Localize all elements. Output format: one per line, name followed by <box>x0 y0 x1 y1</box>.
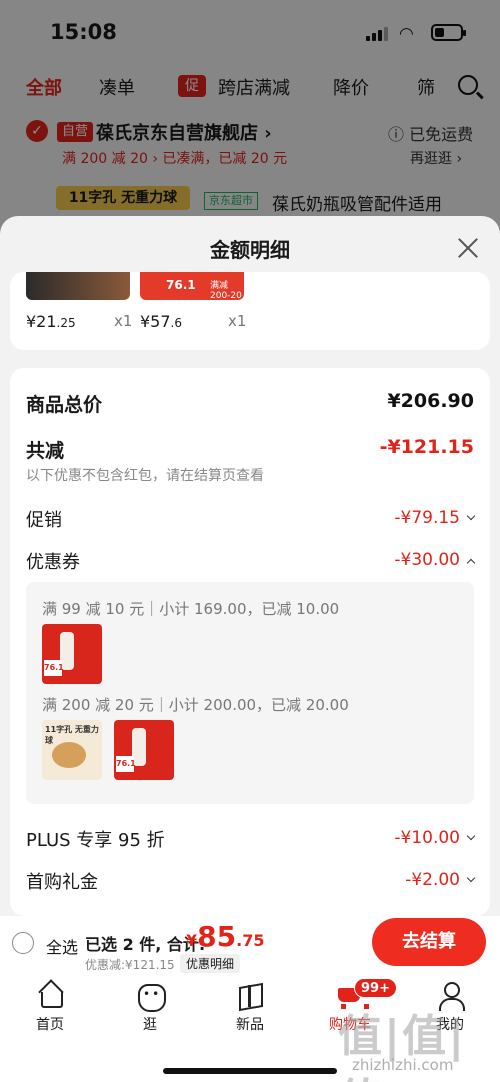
plus-label: PLUS 专享 95 折 <box>26 830 165 851</box>
coupon-product-thumb: 76.1 <box>42 624 102 684</box>
product-thumb-2: 76.1 满减200-20 <box>140 272 244 301</box>
watermark-url: zhizhizhi.com <box>352 1056 454 1074</box>
chevron-up-icon <box>466 558 476 568</box>
goods-total-value: ¥206.90 <box>387 390 474 412</box>
total-cut-value: -¥121.15 <box>379 436 474 458</box>
sheet-title: 金额明细 <box>210 238 290 262</box>
item-price-2: ¥57.6 <box>140 312 182 331</box>
coupon-value: -¥30.00 <box>394 550 460 570</box>
goods-total-label: 商品总价 <box>26 394 103 416</box>
tab-home[interactable]: 首页 <box>15 980 85 1034</box>
tab-label: 新品 <box>236 1017 264 1033</box>
tab-label: 逛 <box>143 1017 157 1033</box>
chevron-down-icon <box>466 873 476 883</box>
coupon-detail-line: 满 99 减 10 元｜小计 169.00，已减 10.00 <box>42 600 340 618</box>
promo-value: -¥79.15 <box>394 508 460 528</box>
coupon-product-thumb: 11字孔 无重力球 <box>42 720 102 780</box>
item-qty-1: x1 <box>114 312 133 330</box>
price-detail-card: 商品总价 ¥206.90 共减 -¥121.15 以下优惠不包含红包，请在结算页… <box>10 368 490 916</box>
select-all-label[interactable]: 全选 <box>46 934 78 958</box>
total-price: ¥85.75 <box>186 920 265 953</box>
thumb-price-tag: 76.1 <box>166 278 196 292</box>
overlay-dim[interactable] <box>0 0 500 240</box>
tab-new[interactable]: 新品 <box>215 980 285 1034</box>
item-price-1: ¥21.25 <box>26 312 76 331</box>
tab-label: 首页 <box>36 1017 64 1033</box>
product-thumb-1 <box>26 272 130 300</box>
box-icon <box>235 980 265 1010</box>
home-indicator <box>163 1068 337 1074</box>
promo-row[interactable]: -¥79.15 <box>394 508 476 528</box>
coupon-detail-box: 满 99 减 10 元｜小计 169.00，已减 10.00 76.1 满 20… <box>26 582 474 804</box>
items-card: 76.1 满减200-20 ¥21.25 x1 ¥57.6 x1 <box>10 272 490 350</box>
thumb-promo-tag: 满减200-20 <box>210 281 242 301</box>
checkout-button[interactable]: 去结算 <box>372 918 486 966</box>
cart-count-badge: 99+ <box>354 978 397 998</box>
coupon-label: 优惠券 <box>26 552 80 573</box>
first-gift-label: 首购礼金 <box>26 872 98 893</box>
first-gift-value: -¥2.00 <box>405 870 460 890</box>
amount-detail-sheet: 金额明细 76.1 满减200-20 ¥21.25 x1 ¥57.6 x1 商品… <box>0 216 500 916</box>
discount-detail-link[interactable]: 优惠明细 <box>180 954 241 973</box>
promo-label: 促销 <box>26 510 62 531</box>
close-icon[interactable] <box>456 236 480 260</box>
plus-value: -¥10.00 <box>394 828 460 848</box>
discount-amount: 优惠减:¥121.15 <box>85 958 175 972</box>
chevron-down-icon <box>466 831 476 841</box>
background-page: 15:08 ◠ 全部 凑单 促 跨店满减 降价 筛 ✓ 自营 葆氏京东自营旗舰店… <box>0 0 500 240</box>
first-gift-row[interactable]: -¥2.00 <box>405 870 476 890</box>
select-all-radio[interactable] <box>12 932 34 954</box>
plus-row[interactable]: -¥10.00 <box>394 828 476 848</box>
chevron-down-icon <box>466 511 476 521</box>
discount-note: 以下优惠不包含红包，请在结算页查看 <box>26 468 264 484</box>
coupon-row[interactable]: -¥30.00 <box>394 550 476 570</box>
coupon-detail-line: 满 200 减 20 元｜小计 200.00，已减 20.00 <box>42 696 349 714</box>
tab-stroll[interactable]: 逛 <box>115 980 185 1034</box>
coupon-product-thumb: 76.1 <box>114 720 174 780</box>
item-qty-2: x1 <box>228 312 247 330</box>
total-cut-label: 共减 <box>26 440 65 462</box>
stroll-icon <box>135 980 166 1012</box>
checkout-bar: 全选 已选 2 件, 合计: ¥85.75 优惠减:¥121.15 优惠明细 去… <box>0 916 500 976</box>
home-icon <box>35 980 65 1010</box>
